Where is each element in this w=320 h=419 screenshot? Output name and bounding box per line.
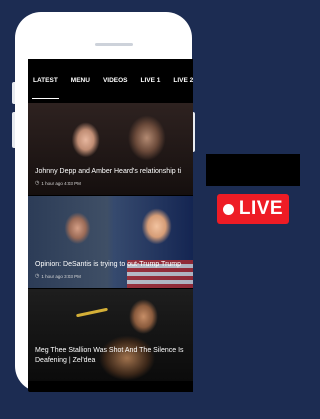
article-title: Johnny Depp and Amber Heard's relationsh… — [35, 168, 182, 175]
article-title: Meg Thee Stallion Was Shot And The Silen… — [35, 347, 184, 354]
article-thumbnail — [28, 289, 193, 381]
tab-live-2[interactable]: LIVE 2 — [173, 59, 193, 103]
article-time: ◷ 1 hour ago 4:03 PM — [35, 180, 81, 186]
tab-videos[interactable]: VIDEOS — [103, 59, 128, 103]
article-time: ◷ 1 hour ago 3:03 PM — [35, 273, 81, 279]
article-card[interactable]: Meg Thee Stallion Was Shot And The Silen… — [28, 289, 193, 381]
article-card[interactable]: Johnny Depp and Amber Heard's relationsh… — [28, 103, 193, 195]
live-label: LIVE — [238, 198, 284, 219]
phone-button — [12, 112, 15, 148]
live-badge[interactable]: LIVE — [217, 194, 289, 224]
phone-speaker — [95, 43, 133, 46]
dark-banner — [206, 154, 300, 186]
tab-bar: LATEST MENU VIDEOS LIVE 1 LIVE 2 — [28, 59, 193, 103]
tab-menu[interactable]: MENU — [71, 59, 90, 103]
live-dot-icon — [222, 203, 234, 215]
tab-live-1[interactable]: LIVE 1 — [141, 59, 161, 103]
phone-button — [12, 82, 15, 104]
article-card[interactable]: Opinion: DeSantis is trying to out-Trump… — [28, 196, 193, 288]
phone-mockup: LATEST MENU VIDEOS LIVE 1 LIVE 2 Johnny … — [12, 12, 195, 392]
tab-latest[interactable]: LATEST — [32, 59, 59, 103]
article-title-line-2: Deafening | Zel'dea — [35, 357, 96, 364]
article-time-text: 1 hour ago 3:03 PM — [41, 273, 81, 279]
clock-icon: ◷ — [35, 180, 40, 186]
article-title: Opinion: DeSantis is trying to out-Trump… — [35, 261, 182, 268]
clock-icon: ◷ — [35, 273, 40, 279]
app-screen: LATEST MENU VIDEOS LIVE 1 LIVE 2 Johnny … — [28, 59, 193, 392]
article-time-text: 1 hour ago 4:03 PM — [41, 180, 81, 186]
